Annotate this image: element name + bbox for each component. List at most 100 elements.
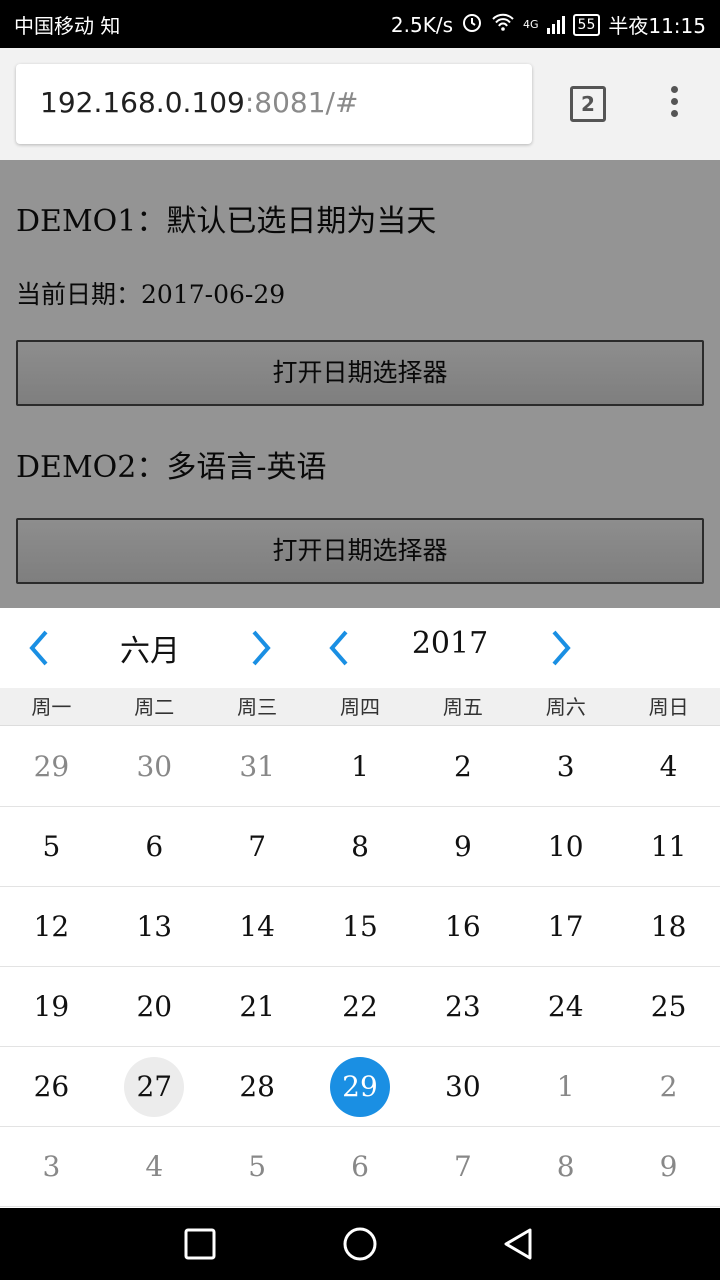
day-cell[interactable]: 6 [103,807,206,886]
address-bar[interactable]: 192.168.0.109:8081/# [16,64,532,144]
day-cell[interactable]: 29 [0,727,103,806]
selected-day-cell[interactable]: 29 [309,1047,412,1126]
day-cell[interactable]: 30 [411,1047,514,1126]
day-cell[interactable]: 12 [0,887,103,966]
status-right: 2.5K/s 4G 55 半夜11:15 [391,10,706,39]
day-number: 8 [351,830,369,863]
day-cell[interactable]: 13 [103,887,206,966]
day-cell[interactable]: 4 [103,1127,206,1206]
day-cell[interactable]: 18 [617,887,720,966]
weekday-header: 周一 周二 周三 周四 周五 周六 周日 [0,688,720,726]
modal-overlay[interactable] [0,160,720,608]
day-cell[interactable]: 5 [0,807,103,886]
wifi-icon [491,12,515,37]
day-number: 9 [453,830,472,863]
day-cell[interactable]: 9 [411,807,514,886]
home-circle-icon[interactable] [342,1226,378,1262]
day-cell[interactable]: 6 [309,1127,412,1206]
day-number: 30 [136,750,173,783]
day-number: 3 [556,750,575,783]
day-cell[interactable]: 2 [411,727,514,806]
day-number: 7 [453,1150,472,1183]
today-day-cell[interactable]: 27 [103,1047,206,1126]
recent-apps-square-icon[interactable] [182,1226,218,1262]
day-cell[interactable]: 17 [514,887,617,966]
day-cell[interactable]: 30 [103,727,206,806]
prev-year-icon[interactable] [320,628,360,668]
day-cell[interactable]: 19 [0,967,103,1046]
day-number: 27 [124,1056,185,1117]
day-number: 5 [42,830,61,863]
calendar-week-row: 5 6 7 8 9 10 11 [0,807,720,887]
day-cell[interactable]: 8 [309,807,412,886]
calendar-week-row: 29 30 31 1 2 3 4 [0,727,720,807]
day-number: 17 [547,910,584,943]
day-cell[interactable]: 11 [617,807,720,886]
day-cell[interactable]: 1 [514,1047,617,1126]
day-cell[interactable]: 22 [309,967,412,1046]
overflow-menu-icon[interactable] [664,86,684,122]
day-number: 10 [547,830,584,863]
day-number: 26 [33,1070,70,1103]
tab-switcher-button[interactable]: 2 [570,86,606,122]
day-cell[interactable]: 5 [206,1127,309,1206]
day-number: 13 [136,910,173,943]
day-cell[interactable]: 8 [514,1127,617,1206]
day-number: 18 [650,910,687,943]
calendar-week-row: 19 20 21 22 23 24 25 [0,967,720,1047]
day-cell[interactable]: 24 [514,967,617,1046]
back-triangle-icon[interactable] [500,1226,536,1262]
status-bar: 中国移动 知 2.5K/s 4G 55 半夜11:15 [0,0,720,48]
system-nav-bar [0,1208,720,1280]
clock: 半夜11:15 [608,14,706,38]
year-label[interactable]: 2017 [390,626,510,661]
weekday-label: 周一 [31,695,72,719]
day-number: 31 [239,750,275,783]
day-cell[interactable]: 21 [206,967,309,1046]
day-number: 21 [239,990,275,1023]
weekday-label: 周五 [442,695,483,719]
day-cell[interactable]: 31 [206,727,309,806]
day-cell[interactable]: 3 [514,727,617,806]
network-speed: 2.5K/s [390,12,453,37]
day-cell[interactable]: 20 [103,967,206,1046]
day-cell[interactable]: 1 [309,727,412,806]
day-cell[interactable]: 16 [411,887,514,966]
day-cell[interactable]: 10 [514,807,617,886]
day-number: 2 [453,750,472,783]
day-cell[interactable]: 15 [309,887,412,966]
day-number: 11 [650,830,687,863]
day-number: 3 [42,1150,61,1183]
day-cell[interactable]: 3 [0,1127,103,1206]
day-number: 2 [659,1070,678,1103]
day-number: 5 [248,1150,267,1183]
day-number: 14 [239,910,275,943]
month-label[interactable]: 六月 [90,626,210,670]
weekday-label: 周四 [340,695,380,719]
calendar-week-row: 12 13 14 15 16 17 18 [0,887,720,967]
day-number: 6 [145,830,164,863]
day-cell[interactable]: 7 [206,807,309,886]
day-cell[interactable]: 7 [411,1127,514,1206]
day-number: 15 [342,910,378,943]
next-month-icon[interactable] [240,628,280,668]
next-year-icon[interactable] [540,628,580,668]
day-cell[interactable]: 2 [617,1047,720,1126]
day-cell[interactable]: 9 [617,1127,720,1206]
prev-month-icon[interactable] [20,628,60,668]
day-cell[interactable]: 25 [617,967,720,1046]
url-host: 192.168.0.109 [40,86,245,119]
day-cell[interactable]: 28 [206,1047,309,1126]
day-cell[interactable]: 23 [411,967,514,1046]
day-number: 4 [659,750,678,783]
day-cell[interactable]: 4 [617,727,720,806]
url-text[interactable]: 192.168.0.109:8081/# [40,86,358,119]
day-number: 4 [145,1150,164,1183]
day-cell[interactable]: 14 [206,887,309,966]
weekday-label: 周日 [648,695,689,719]
picker-header: 六月 2017 [0,608,720,688]
day-number: 29 [33,750,70,783]
day-number: 1 [556,1070,575,1103]
day-cell[interactable]: 26 [0,1047,103,1126]
day-number: 6 [351,1150,369,1183]
